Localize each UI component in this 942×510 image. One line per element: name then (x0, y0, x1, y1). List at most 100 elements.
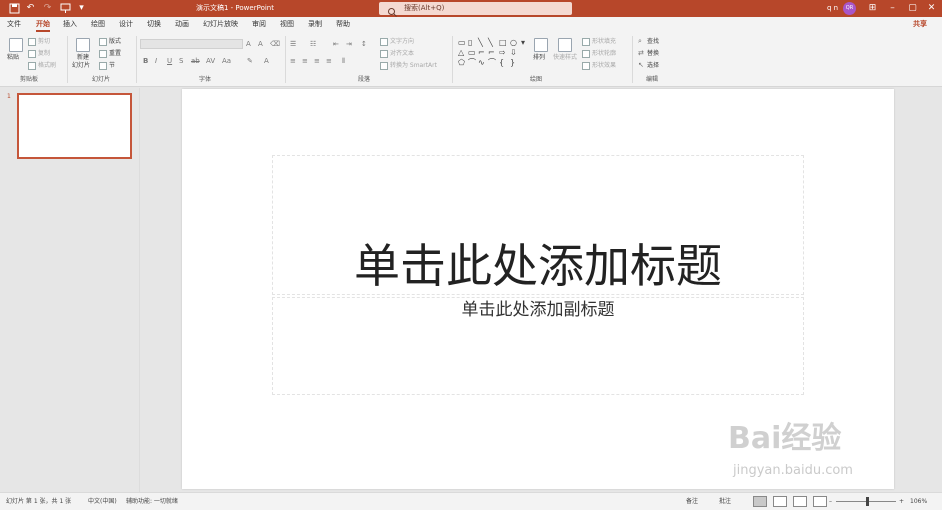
section-icon[interactable] (99, 62, 107, 70)
presentation-icon[interactable] (60, 3, 71, 14)
bullets-icon[interactable]: ☰ (290, 40, 296, 49)
font-name-select[interactable] (140, 39, 243, 49)
smartart-icon[interactable] (380, 62, 388, 70)
undo-icon[interactable]: ↶ (25, 3, 36, 14)
layout-icon[interactable] (99, 38, 107, 46)
tab-transitions[interactable]: 切换 (147, 19, 161, 30)
format-painter-icon[interactable] (28, 62, 36, 70)
tab-animations[interactable]: 动画 (175, 19, 189, 30)
textbox-vertical-icon[interactable]: ▯ (468, 38, 472, 47)
align-text-icon[interactable] (380, 50, 388, 58)
zoom-level[interactable]: 106% (910, 497, 927, 506)
justify-icon[interactable]: ≡ (326, 57, 332, 66)
shrink-font-icon[interactable]: A (258, 40, 263, 49)
quick-styles-icon[interactable] (558, 38, 572, 52)
arrow-down-shape-icon[interactable]: ⇩ (510, 48, 517, 57)
layout-button[interactable]: 版式 (109, 38, 121, 46)
slide-sorter-icon[interactable] (773, 496, 787, 507)
line-shape-icon[interactable]: ╲ (478, 38, 483, 47)
redo-icon[interactable]: ↷ (42, 3, 53, 14)
find-icon[interactable]: ⌕ (638, 37, 642, 46)
rounded-rect-shape-icon[interactable]: ▭ (468, 48, 476, 57)
tab-file[interactable]: 文件 (7, 19, 21, 30)
tab-home[interactable]: 开始 (36, 19, 50, 32)
tab-design[interactable]: 设计 (119, 19, 133, 30)
align-left-icon[interactable]: ≡ (290, 57, 296, 66)
bold-icon[interactable]: B (143, 57, 148, 66)
find-button[interactable]: 查找 (647, 38, 659, 46)
tab-help[interactable]: 帮助 (336, 19, 350, 30)
copy-icon[interactable] (28, 50, 36, 58)
tab-record[interactable]: 录制 (308, 19, 322, 30)
oval-shape-icon[interactable]: ○ (510, 38, 517, 47)
line-spacing-icon[interactable]: ↕ (361, 40, 367, 49)
customize-qat-icon[interactable]: ▾ (76, 3, 87, 14)
shape-outline-button[interactable]: 形状轮廓 (592, 50, 616, 58)
replace-button[interactable]: 替换 (647, 50, 659, 58)
close-icon[interactable]: ✕ (924, 1, 939, 16)
triangle-shape-icon[interactable]: △ (458, 48, 464, 57)
zoom-in-icon[interactable]: + (899, 497, 904, 506)
language-indicator[interactable]: 中文(中国) (88, 497, 117, 506)
arrow-right-shape-icon[interactable]: ⇨ (499, 48, 506, 57)
quick-styles-button[interactable]: 快速样式 (553, 54, 577, 62)
char-spacing-icon[interactable]: AV (206, 57, 215, 66)
shape-effects-button[interactable]: 形状效果 (592, 62, 616, 70)
copy-button[interactable]: 复制 (38, 50, 50, 58)
text-direction-button[interactable]: 文字方向 (390, 38, 414, 46)
grow-font-icon[interactable]: A (246, 40, 251, 49)
clear-format-icon[interactable]: ⌫ (270, 40, 280, 49)
paste-button[interactable]: 粘贴 (7, 54, 19, 62)
line-shape-icon-2[interactable]: ╲ (488, 38, 493, 47)
brace-left-shape-icon[interactable]: { (499, 58, 504, 67)
numbering-icon[interactable]: ☷ (310, 40, 316, 49)
arc-shape-icon[interactable]: ⌒ (488, 58, 496, 67)
shadow-icon[interactable]: S (179, 57, 183, 66)
shape-outline-icon[interactable] (582, 50, 590, 58)
notes-button[interactable]: 备注 (686, 497, 698, 506)
cut-icon[interactable] (28, 38, 36, 46)
maximize-icon[interactable]: ▢ (905, 1, 920, 16)
arrange-button[interactable]: 排列 (533, 54, 545, 62)
rectangle-shape-icon[interactable]: □ (499, 38, 507, 47)
brace-right-shape-icon[interactable]: } (510, 58, 515, 67)
paste-icon[interactable] (9, 38, 23, 52)
comments-button[interactable]: 批注 (719, 497, 731, 506)
zoom-out-icon[interactable]: – (829, 497, 832, 506)
tab-view[interactable]: 视图 (280, 19, 294, 30)
pentagon-shape-icon[interactable]: ⬠ (458, 58, 465, 67)
change-case-icon[interactable]: Aa (222, 57, 231, 66)
replace-icon[interactable]: ⇄ (638, 49, 644, 58)
new-slide-icon[interactable] (76, 38, 90, 52)
slide-thumbnail[interactable] (17, 93, 132, 159)
select-icon[interactable]: ↖ (638, 61, 644, 70)
cut-button[interactable]: 剪切 (38, 38, 50, 46)
slideshow-view-icon[interactable] (813, 496, 827, 507)
tab-insert[interactable]: 插入 (63, 19, 77, 30)
increase-indent-icon[interactable]: ⇥ (346, 40, 352, 49)
share-button[interactable]: 共享 (913, 19, 927, 30)
highlight-icon[interactable]: ✎ (247, 57, 253, 66)
strikethrough-icon[interactable]: ab (191, 57, 200, 66)
text-direction-icon[interactable] (380, 38, 388, 46)
reset-icon[interactable] (99, 50, 107, 58)
search-box[interactable]: 搜索(Alt+Q) (379, 2, 572, 17)
ribbon-display-icon[interactable]: ⊞ (865, 1, 880, 16)
tab-review[interactable]: 审阅 (252, 19, 266, 30)
align-right-icon[interactable]: ≡ (314, 57, 320, 66)
elbow-connector-icon-2[interactable]: ⌐ (488, 48, 495, 57)
format-painter-button[interactable]: 格式刷 (38, 62, 56, 70)
zoom-slider-thumb[interactable] (865, 497, 869, 506)
new-slide-label-1[interactable]: 新建 (77, 54, 89, 62)
align-center-icon[interactable]: ≡ (302, 57, 308, 66)
decrease-indent-icon[interactable]: ⇤ (333, 40, 339, 49)
textbox-shape-icon[interactable]: ▭ (458, 38, 466, 47)
shape-fill-icon[interactable] (582, 38, 590, 46)
italic-icon[interactable]: I (155, 57, 157, 66)
select-button[interactable]: 选择 (647, 62, 659, 70)
shapes-more-icon[interactable]: ▾ (521, 38, 525, 47)
user-name[interactable]: q n (827, 3, 838, 14)
smartart-button[interactable]: 转换为 SmartArt (390, 62, 437, 70)
avatar[interactable]: QR (843, 2, 856, 15)
tab-slideshow[interactable]: 幻灯片放映 (203, 19, 238, 30)
